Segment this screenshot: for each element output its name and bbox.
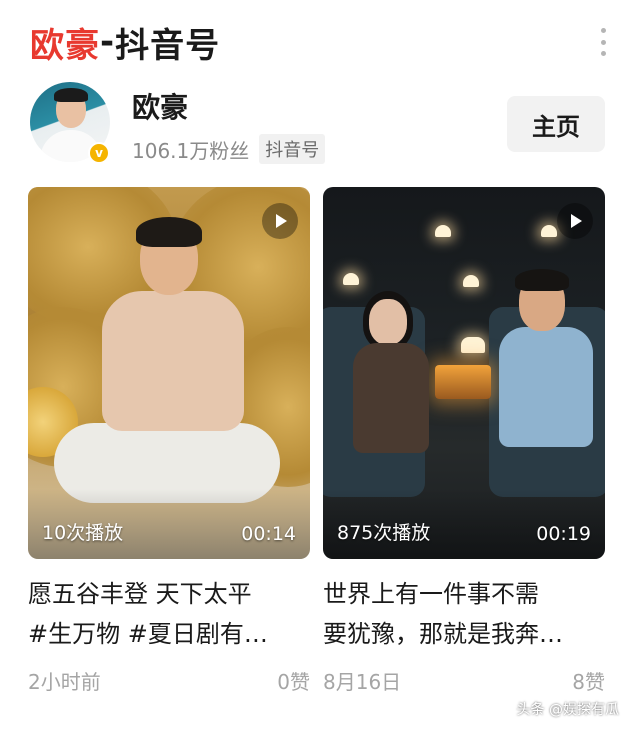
video-caption[interactable]: 愿五谷丰登 天下太平 #生万物 #夏日剧有… — [28, 574, 310, 654]
title-account-name: 欧豪 — [30, 25, 100, 66]
like-count: 0赞 — [277, 670, 310, 694]
like-count: 8赞 — [572, 670, 605, 694]
home-button[interactable]: 主页 — [507, 96, 605, 152]
play-count: 875次播放 — [337, 522, 431, 544]
platform-tag: 抖音号 — [259, 134, 326, 164]
caption-line: 世界上有一件事不需 — [323, 580, 539, 608]
watermark: 头条 @娱探有瓜 — [516, 702, 619, 718]
play-icon[interactable] — [557, 203, 593, 239]
title-separator: - — [100, 22, 116, 62]
play-icon[interactable] — [262, 203, 298, 239]
play-count: 10次播放 — [42, 522, 124, 544]
account-name[interactable]: 欧豪 — [132, 86, 188, 126]
video-card[interactable]: 10次播放 00:14 — [28, 187, 310, 559]
caption-line: #生万物 #夏日剧有… — [28, 620, 268, 648]
more-options-icon[interactable] — [599, 28, 607, 56]
page-title: 欧豪 - 抖音号 — [30, 18, 220, 66]
video-duration: 00:14 — [241, 523, 296, 545]
caption-line: 要犹豫，那就是我奔… — [323, 620, 563, 648]
verified-badge-icon: v — [88, 142, 110, 164]
video-meta: 2小时前 0赞 — [28, 666, 310, 695]
video-card[interactable]: 875次播放 00:19 — [323, 187, 605, 559]
video-meta: 8月16日 8赞 — [323, 666, 605, 695]
post-time: 8月16日 — [323, 670, 402, 694]
account-meta: 106.1万粉丝 抖音号 — [132, 134, 326, 164]
title-suffix: 抖音号 — [115, 25, 221, 66]
post-time: 2小时前 — [28, 670, 101, 694]
video-caption[interactable]: 世界上有一件事不需 要犹豫，那就是我奔… — [323, 574, 605, 654]
video-duration: 00:19 — [536, 523, 591, 545]
caption-line: 愿五谷丰登 天下太平 — [28, 580, 252, 608]
follower-count: 106.1万粉丝 — [132, 138, 250, 163]
